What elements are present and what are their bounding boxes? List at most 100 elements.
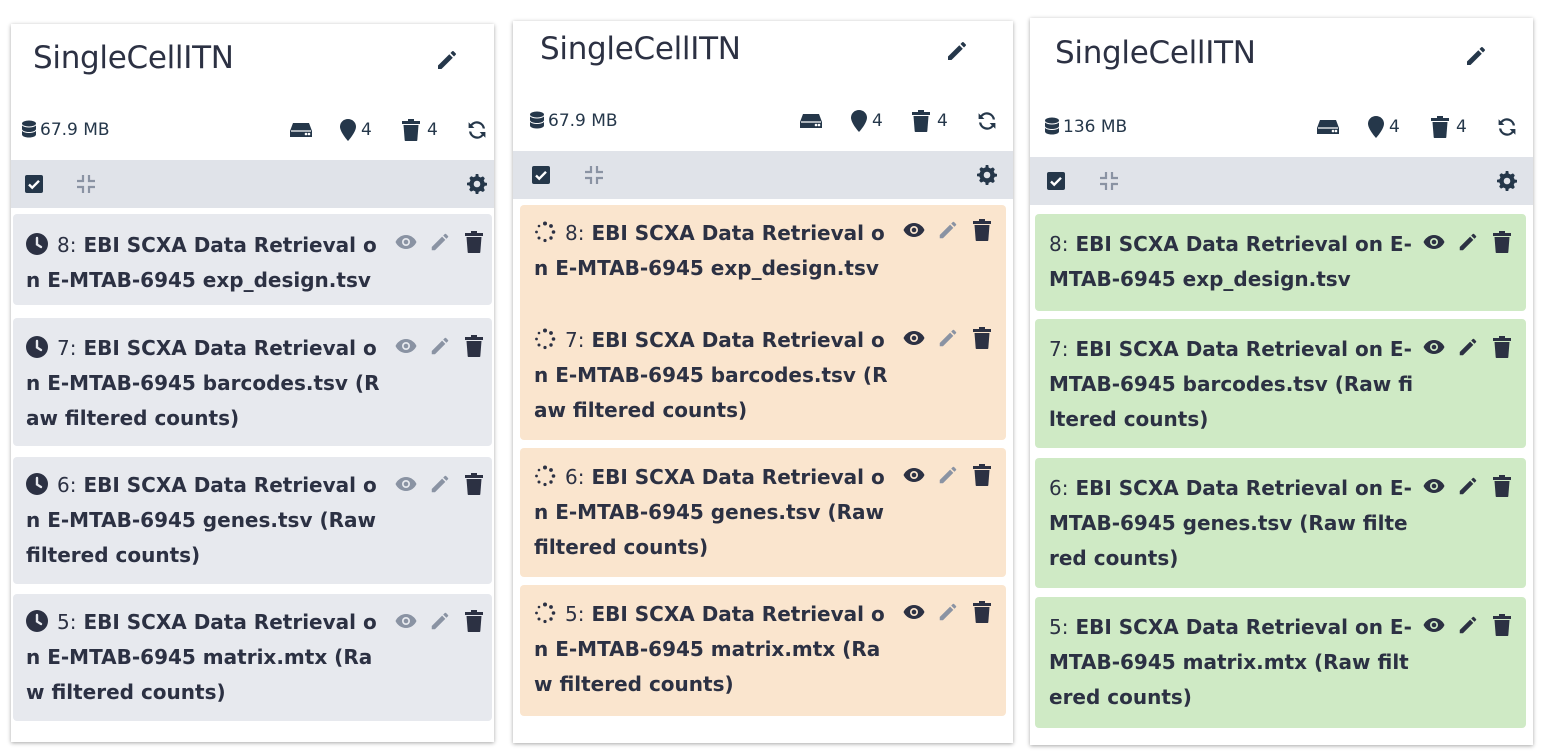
edit-dataset-button[interactable] — [1451, 471, 1485, 501]
dataset-item[interactable]: 7: EBI SCXA Data Retrieval on E-MTAB-694… — [13, 318, 492, 446]
refresh-button[interactable] — [976, 106, 998, 136]
history-settings-button[interactable] — [457, 160, 494, 208]
dataset-title[interactable]: 5: EBI SCXA Data Retrieval on E-MTAB-694… — [26, 605, 386, 710]
edit-dataset-button[interactable] — [423, 227, 457, 257]
edit-history-button[interactable] — [1464, 44, 1490, 70]
delete-dataset-button[interactable] — [965, 215, 999, 245]
dataset-title[interactable]: 8: EBI SCXA Data Retrieval on E-MTAB-694… — [534, 216, 894, 286]
delete-dataset-button[interactable] — [457, 606, 491, 636]
gear-icon — [1497, 171, 1517, 191]
edit-dataset-button[interactable] — [423, 606, 457, 636]
sync-icon — [468, 121, 486, 139]
history-title[interactable]: SingleCellITN — [1055, 35, 1256, 71]
dataset-item[interactable]: 5: EBI SCXA Data Retrieval on E-MTAB-694… — [1035, 597, 1526, 728]
view-dataset-button[interactable] — [897, 215, 931, 245]
view-dataset-button[interactable] — [897, 597, 931, 627]
dataset-title[interactable]: 6: EBI SCXA Data Retrieval on E-MTAB-694… — [1049, 471, 1415, 576]
delete-dataset-button[interactable] — [965, 323, 999, 353]
dataset-item[interactable]: 8: EBI SCXA Data Retrieval on E-MTAB-694… — [1035, 214, 1526, 311]
dataset-title[interactable]: 7: EBI SCXA Data Retrieval on E-MTAB-694… — [26, 331, 386, 436]
view-dataset-button[interactable] — [1417, 332, 1451, 362]
dataset-item[interactable]: 5: EBI SCXA Data Retrieval on E-MTAB-694… — [520, 585, 1006, 716]
select-items-button[interactable] — [14, 160, 54, 208]
dataset-item[interactable]: 5: EBI SCXA Data Retrieval on E-MTAB-694… — [13, 594, 492, 721]
collapse-items-button[interactable] — [1089, 157, 1129, 205]
delete-dataset-button[interactable] — [1485, 610, 1519, 640]
dataset-title[interactable]: 8: EBI SCXA Data Retrieval on E-MTAB-694… — [1049, 227, 1415, 297]
hidden-count[interactable]: 4 — [912, 106, 948, 136]
history-title[interactable]: SingleCellITN — [33, 40, 234, 76]
edit-dataset-button[interactable] — [1451, 227, 1485, 257]
dataset-item[interactable]: 7: EBI SCXA Data Retrieval on E-MTAB-694… — [1035, 319, 1526, 448]
delete-dataset-button[interactable] — [457, 227, 491, 257]
dataset-item[interactable]: 8: EBI SCXA Data Retrieval on E-MTAB-694… — [520, 205, 1006, 323]
collapse-items-button[interactable] — [66, 160, 106, 208]
dataset-item[interactable]: 6: EBI SCXA Data Retrieval on E-MTAB-694… — [1035, 458, 1526, 588]
view-dataset-button[interactable] — [389, 227, 423, 257]
pencil-icon — [939, 603, 957, 621]
dataset-title[interactable]: 6: EBI SCXA Data Retrieval on E-MTAB-694… — [26, 468, 386, 573]
edit-dataset-button[interactable] — [931, 460, 965, 490]
trash-icon — [1431, 116, 1449, 138]
storage-button[interactable] — [289, 115, 313, 145]
trash-icon — [973, 219, 991, 241]
history-settings-button[interactable] — [967, 151, 1007, 199]
dataset-title[interactable]: 5: EBI SCXA Data Retrieval on E-MTAB-694… — [534, 597, 894, 702]
history-title[interactable]: SingleCellITN — [540, 31, 741, 67]
edit-dataset-button[interactable] — [1451, 610, 1485, 640]
hidden-count[interactable]: 4 — [1431, 112, 1467, 142]
delete-dataset-button[interactable] — [1485, 227, 1519, 257]
deleted-count[interactable]: 4 — [851, 106, 883, 136]
history-size[interactable]: 67.9 MB — [21, 115, 110, 145]
edit-dataset-button[interactable] — [931, 597, 965, 627]
trash-icon — [1493, 475, 1511, 497]
database-icon — [22, 120, 36, 138]
delete-dataset-button[interactable] — [1485, 471, 1519, 501]
delete-dataset-button[interactable] — [965, 460, 999, 490]
dataset-item[interactable]: 6: EBI SCXA Data Retrieval on E-MTAB-694… — [520, 448, 1006, 577]
edit-dataset-button[interactable] — [931, 323, 965, 353]
delete-dataset-button[interactable] — [457, 331, 491, 361]
edit-history-button[interactable] — [945, 39, 971, 65]
view-dataset-button[interactable] — [1417, 610, 1451, 640]
view-dataset-button[interactable] — [389, 469, 423, 499]
edit-dataset-button[interactable] — [1451, 332, 1485, 362]
storage-button[interactable] — [1316, 112, 1340, 142]
dataset-item[interactable]: 7: EBI SCXA Data Retrieval on E-MTAB-694… — [520, 311, 1006, 440]
delete-dataset-button[interactable] — [457, 469, 491, 499]
view-dataset-button[interactable] — [389, 331, 423, 361]
map-marker-icon — [851, 110, 867, 132]
view-dataset-button[interactable] — [897, 460, 931, 490]
storage-button[interactable] — [799, 106, 823, 136]
view-dataset-button[interactable] — [897, 323, 931, 353]
deleted-count[interactable]: 4 — [1368, 112, 1400, 142]
hard-drive-icon — [290, 123, 312, 137]
view-dataset-button[interactable] — [1417, 227, 1451, 257]
history-size[interactable]: 136 MB — [1044, 112, 1127, 142]
select-items-button[interactable] — [1036, 157, 1076, 205]
hidden-count[interactable]: 4 — [402, 115, 438, 145]
dataset-item[interactable]: 6: EBI SCXA Data Retrieval on E-MTAB-694… — [13, 457, 492, 584]
dataset-title[interactable]: 5: EBI SCXA Data Retrieval on E-MTAB-694… — [1049, 610, 1415, 715]
edit-dataset-button[interactable] — [423, 469, 457, 499]
dataset-title[interactable]: 6: EBI SCXA Data Retrieval on E-MTAB-694… — [534, 460, 894, 565]
history-stats: 136 MB 4 4 — [1030, 112, 1533, 142]
refresh-button[interactable] — [466, 115, 488, 145]
edit-history-button[interactable] — [435, 48, 461, 74]
view-dataset-button[interactable] — [1417, 471, 1451, 501]
delete-dataset-button[interactable] — [965, 597, 999, 627]
select-items-button[interactable] — [521, 151, 561, 199]
dataset-title[interactable]: 7: EBI SCXA Data Retrieval on E-MTAB-694… — [534, 323, 894, 428]
deleted-count[interactable]: 4 — [340, 115, 372, 145]
delete-dataset-button[interactable] — [1485, 332, 1519, 362]
dataset-title[interactable]: 7: EBI SCXA Data Retrieval on E-MTAB-694… — [1049, 332, 1415, 437]
dataset-item[interactable]: 8: EBI SCXA Data Retrieval on E-MTAB-694… — [13, 214, 492, 305]
refresh-button[interactable] — [1496, 112, 1518, 142]
history-settings-button[interactable] — [1487, 157, 1527, 205]
history-size[interactable]: 67.9 MB — [529, 106, 618, 136]
collapse-items-button[interactable] — [574, 151, 614, 199]
dataset-title[interactable]: 8: EBI SCXA Data Retrieval on E-MTAB-694… — [26, 228, 386, 298]
view-dataset-button[interactable] — [389, 606, 423, 636]
edit-dataset-button[interactable] — [931, 215, 965, 245]
edit-dataset-button[interactable] — [423, 331, 457, 361]
